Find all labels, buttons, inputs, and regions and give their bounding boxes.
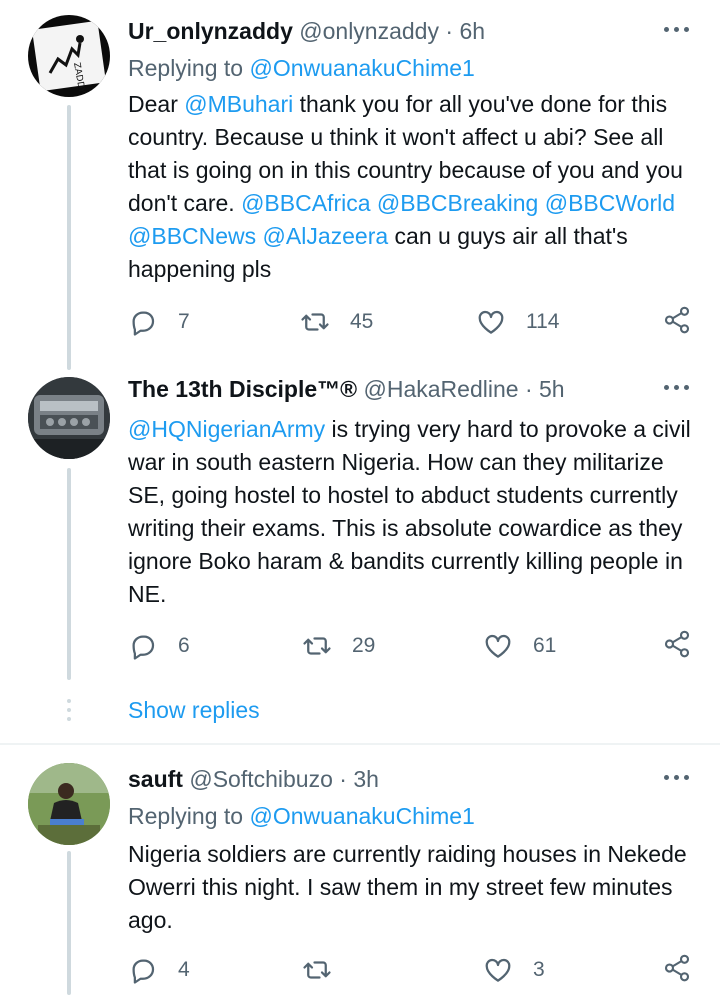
separator: · xyxy=(445,18,454,44)
timestamp[interactable]: 6h xyxy=(459,18,485,44)
display-name[interactable]: The 13th Disciple™® xyxy=(128,376,357,402)
thread-dots xyxy=(66,699,72,726)
thread-line xyxy=(67,468,71,680)
like-button[interactable]: 61 xyxy=(483,629,556,663)
reply-button[interactable]: 4 xyxy=(128,953,190,987)
more-icon[interactable] xyxy=(664,22,692,36)
tweet-text: Nigeria soldiers are currently raiding h… xyxy=(128,838,698,937)
reply-icon xyxy=(132,311,155,336)
replying-label: Replying to xyxy=(128,803,244,829)
timestamp[interactable]: 5h xyxy=(539,376,565,402)
show-replies-link[interactable]: Show replies xyxy=(128,697,260,724)
tweet-text: Dear @MBuhari thank you for all you've d… xyxy=(128,88,698,286)
mention-link[interactable]: @AlJazeera xyxy=(263,223,389,249)
share-button[interactable] xyxy=(662,305,692,340)
reply-icon xyxy=(132,959,155,984)
reply-count: 6 xyxy=(178,634,190,657)
replying-to: Replying to @OnwuanakuChime1 xyxy=(128,803,475,830)
reply-count: 4 xyxy=(178,958,190,981)
tweet-text-segment: is trying very hard to provoke a civil w… xyxy=(128,416,691,607)
divider xyxy=(0,743,720,745)
avatar[interactable] xyxy=(28,763,110,845)
like-icon xyxy=(478,310,504,334)
reply-icon xyxy=(132,635,155,660)
tweet-actions: 7 45 114 xyxy=(128,305,692,339)
tweet-text: @HQNigerianArmy is trying very hard to p… xyxy=(128,413,698,611)
share-icon xyxy=(664,630,690,658)
avatar[interactable]: ZADDY xyxy=(28,15,110,97)
user-handle[interactable]: @Softchibuzo xyxy=(189,766,333,792)
replying-to-mention[interactable]: @OnwuanakuChime1 xyxy=(249,803,474,829)
tweet-header: Ur_onlynzaddy @onlynzaddy · 6h xyxy=(128,18,680,45)
display-name[interactable]: Ur_onlynzaddy xyxy=(128,18,293,44)
user-handle[interactable]: @HakaRedline xyxy=(364,376,519,402)
reply-count: 7 xyxy=(178,310,190,333)
more-icon[interactable] xyxy=(664,770,692,784)
retweet-icon xyxy=(301,313,329,331)
mention-link[interactable]: @BBCBreaking xyxy=(377,190,538,216)
share-icon xyxy=(664,954,690,982)
retweet-button[interactable] xyxy=(302,953,352,987)
retweet-count: 45 xyxy=(350,310,374,333)
retweet-count: 29 xyxy=(352,634,376,657)
tweet-actions: 6 29 61 xyxy=(128,629,692,663)
timestamp[interactable]: 3h xyxy=(353,766,379,792)
like-button[interactable]: 114 xyxy=(476,305,559,339)
like-count: 61 xyxy=(533,634,557,657)
tweet-3[interactable]: sauft @Softchibuzo · 3h Replying to @Onw… xyxy=(0,748,720,995)
retweet-icon xyxy=(303,637,331,655)
like-count: 114 xyxy=(526,310,560,333)
mention-link[interactable]: @MBuhari xyxy=(184,91,293,117)
tweet-text-segment: Nigeria soldiers are currently raiding h… xyxy=(128,841,687,933)
more-icon[interactable] xyxy=(664,380,692,394)
like-icon xyxy=(485,958,511,982)
thread-line xyxy=(67,851,71,995)
mention-link[interactable]: @BBCNews xyxy=(128,223,256,249)
share-button[interactable] xyxy=(662,629,692,664)
tweet-text-segment: Dear xyxy=(128,91,185,117)
avatar[interactable] xyxy=(28,377,110,459)
replying-to: Replying to @OnwuanakuChime1 xyxy=(128,55,475,82)
separator: · xyxy=(524,376,533,402)
tweet-header: sauft @Softchibuzo · 3h xyxy=(128,766,680,793)
like-count: 3 xyxy=(533,958,545,981)
mention-link[interactable]: @BBCAfrica xyxy=(241,190,370,216)
replying-to-mention[interactable]: @OnwuanakuChime1 xyxy=(249,55,474,81)
retweet-button[interactable]: 29 xyxy=(302,629,375,663)
retweet-button[interactable]: 45 xyxy=(300,305,373,339)
tweet-1[interactable]: ZADDY Ur_onlynzaddy @onlynzaddy · 6h Rep… xyxy=(0,0,720,370)
tweet-header: The 13th Disciple™® @HakaRedline · 5h xyxy=(128,376,680,403)
like-button[interactable]: 3 xyxy=(483,953,545,987)
like-icon xyxy=(485,634,511,658)
replying-label: Replying to xyxy=(128,55,244,81)
reply-button[interactable]: 6 xyxy=(128,629,190,663)
share-button[interactable] xyxy=(662,953,692,988)
mention-link[interactable]: @BBCWorld xyxy=(545,190,675,216)
tweet-2[interactable]: The 13th Disciple™® @HakaRedline · 5h @H… xyxy=(0,358,720,683)
thread-line xyxy=(67,105,71,370)
reply-button[interactable]: 7 xyxy=(128,305,190,339)
separator: · xyxy=(339,766,347,792)
share-icon xyxy=(664,306,690,334)
tweet-actions: 4 3 xyxy=(128,953,692,987)
retweet-icon xyxy=(303,961,331,979)
display-name[interactable]: sauft xyxy=(128,766,183,792)
mention-link[interactable]: @HQNigerianArmy xyxy=(128,416,325,442)
user-handle[interactable]: @onlynzaddy xyxy=(299,18,439,44)
